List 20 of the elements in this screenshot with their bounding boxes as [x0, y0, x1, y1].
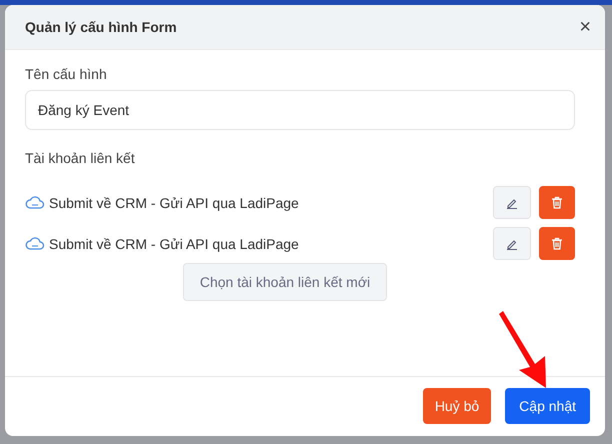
- cancel-button[interactable]: Huỷ bỏ: [422, 388, 492, 424]
- trash-icon: [551, 237, 563, 250]
- pencil-icon: [506, 196, 518, 208]
- trash-icon: [551, 196, 563, 209]
- update-button[interactable]: Cập nhật: [505, 388, 590, 424]
- pencil-icon: [506, 238, 518, 250]
- input-field[interactable]: Đăng ký Event: [25, 90, 575, 130]
- edit-button[interactable]: [493, 186, 531, 219]
- add-account-button[interactable]: Chọn tài khoản liên kết mới: [182, 263, 388, 301]
- delete-button[interactable]: [539, 186, 575, 219]
- cloud-icon: [25, 236, 45, 250]
- field-label: Tên cấu hình: [25, 66, 108, 82]
- edit-button[interactable]: [493, 227, 531, 260]
- account-name: Submit về CRM - Gửi API qua LadiPage: [49, 236, 300, 252]
- delete-button[interactable]: [539, 227, 575, 260]
- account-name: Submit về CRM - Gửi API qua LadiPage: [49, 194, 300, 210]
- dialog-title: Quản lý cấu hình Form: [25, 19, 178, 35]
- cloud-icon: [25, 196, 45, 210]
- close-icon[interactable]: ×: [579, 17, 591, 37]
- section-label: Tài khoản liên kết: [25, 150, 136, 166]
